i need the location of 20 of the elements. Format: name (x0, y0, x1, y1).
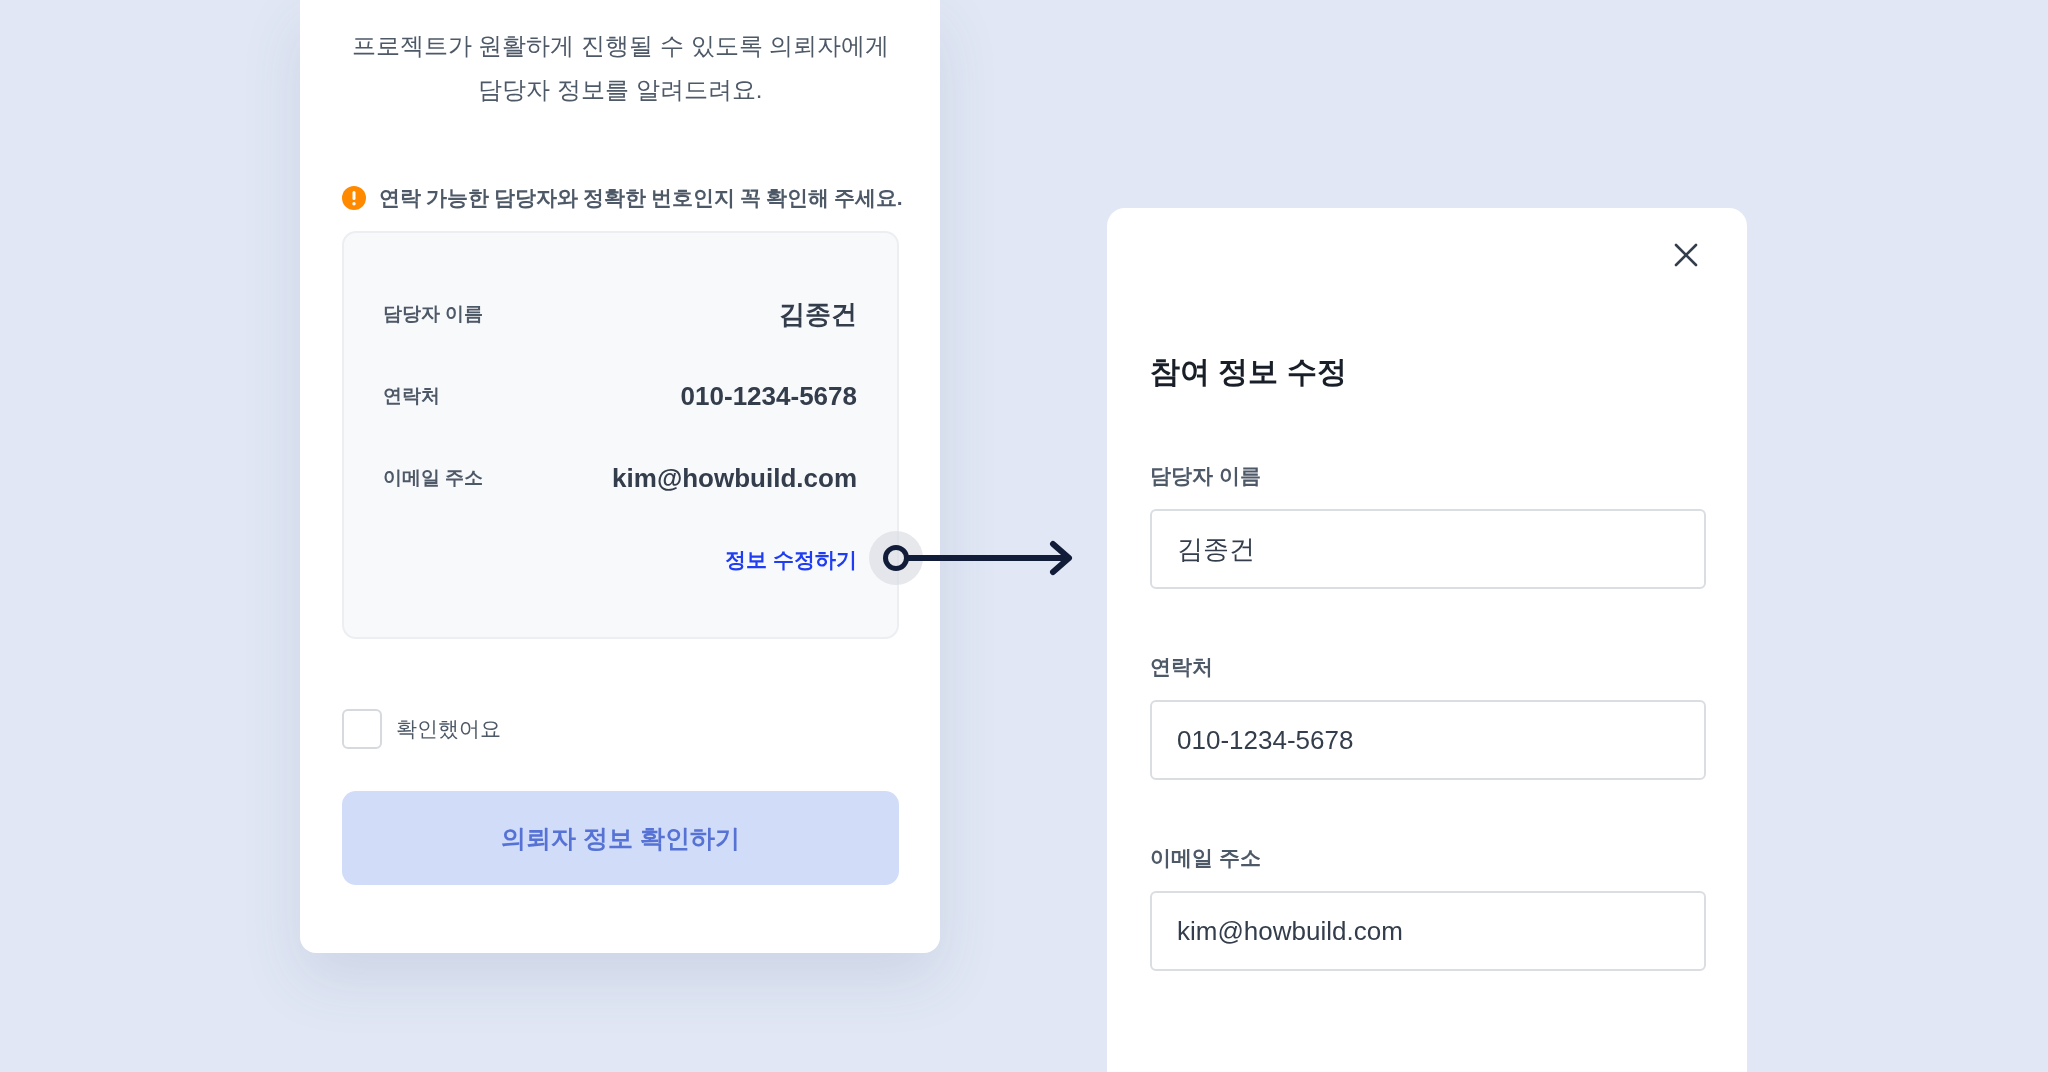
field-label: 연락처 (1150, 654, 1214, 680)
text-input[interactable]: 김종건 (1150, 509, 1706, 589)
info-label: 연락처 (383, 384, 440, 408)
info-value: kim@howbuild.com (612, 462, 857, 494)
checkbox[interactable] (342, 709, 382, 749)
info-value: 김종건 (779, 297, 857, 331)
warning-text: 연락 가능한 담당자와 정확한 번호인지 꼭 확인해 주세요. (379, 185, 903, 211)
description-text: 프로젝트가 원활하게 진행될 수 있도록 의뢰자에게 담당자 정보를 알려드려요. (350, 31, 891, 105)
text-input[interactable]: 010-1234-5678 (1150, 700, 1706, 780)
info-value: 010-1234-5678 (680, 380, 857, 412)
edit-info-link[interactable]: 정보 수정하기 (725, 546, 857, 574)
field-label: 이메일 주소 (1150, 845, 1262, 871)
info-label: 이메일 주소 (383, 466, 484, 490)
field-label: 담당자 이름 (1150, 463, 1262, 489)
close-icon[interactable] (1674, 243, 1698, 267)
warning-icon (342, 186, 366, 210)
text-input[interactable]: kim@howbuild.com (1150, 891, 1706, 971)
checkbox-label: 확인했어요 (396, 716, 501, 742)
dialog-title: 참여 정보 수정 (1150, 354, 1348, 390)
info-label: 담당자 이름 (383, 302, 484, 326)
